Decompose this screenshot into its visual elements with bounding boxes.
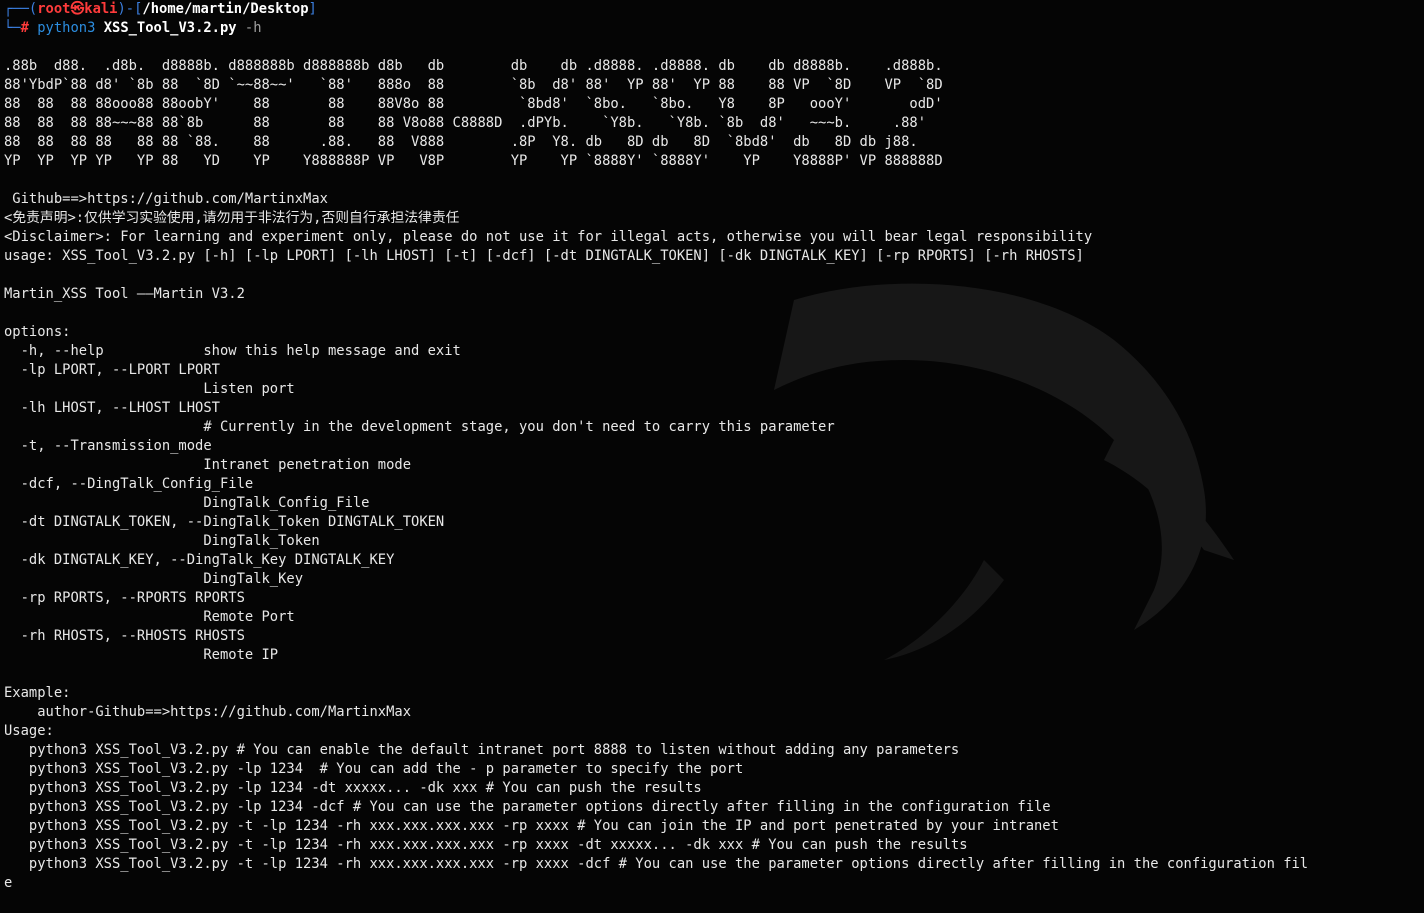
prompt-box-mid: )-[ xyxy=(117,1,143,17)
output-line: -lh LHOST, --LHOST LHOST xyxy=(4,400,220,416)
output-line: options: xyxy=(4,324,71,340)
command-flag: -h xyxy=(236,20,262,36)
output-line: Github==>https://github.com/MartinxMax xyxy=(4,191,328,207)
output-line: python3 XSS_Tool_V3.2.py -lp 1234 -dcf #… xyxy=(4,799,1051,815)
output-line: -lp LPORT, --LPORT LPORT xyxy=(4,362,220,378)
output-line: Example: xyxy=(4,685,71,701)
output-line: python3 XSS_Tool_V3.2.py -t -lp 1234 -rh… xyxy=(4,818,1059,834)
output-line: -dk DINGTALK_KEY, --DingTalk_Key DINGTAL… xyxy=(4,552,395,568)
command-output: Github==>https://github.com/MartinxMax <免… xyxy=(0,190,1424,893)
output-line: <Disclaimer>: For learning and experimen… xyxy=(4,229,1093,245)
prompt-line-2: └─# python3 XSS_Tool_V3.2.py -h xyxy=(0,19,1424,38)
banner-line: YP YP YP YP YP 88 YD YP Y888888P VP V8P … xyxy=(4,153,943,169)
prompt-box-top: ┌──( xyxy=(4,1,38,17)
prompt-hash: # xyxy=(20,20,38,36)
prompt-line-1: ┌──(root㉿kali)-[/home/martin/Desktop] xyxy=(0,0,1424,19)
output-line: python3 XSS_Tool_V3.2.py -t -lp 1234 -rh… xyxy=(4,837,968,853)
prompt-user-host: root㉿kali xyxy=(37,1,118,17)
terminal-window[interactable]: ┌──(root㉿kali)-[/home/martin/Desktop] └─… xyxy=(0,0,1424,913)
banner-line: 88 88 88 88~~~88 88`8b 88 88 88 V8o88 C8… xyxy=(4,115,927,131)
output-line: Remote IP xyxy=(4,647,279,663)
output-line: python3 XSS_Tool_V3.2.py # You can enabl… xyxy=(4,742,960,758)
output-line: Martin_XSS Tool ——Martin V3.2 xyxy=(4,286,245,302)
command-script: XSS_Tool_V3.2.py xyxy=(103,20,237,36)
output-line: <免责声明>:仅供学习实验使用,请勿用于非法行为,否则自行承担法律责任 xyxy=(4,210,460,226)
banner-line: .88b d88. .d8b. d8888b. d888888b d888888… xyxy=(4,58,943,74)
banner-line: 88 88 88 88ooo88 88oobY' 88 88 88V8o 88 … xyxy=(4,96,943,112)
output-line: -dt DINGTALK_TOKEN, --DingTalk_Token DIN… xyxy=(4,514,445,530)
ascii-banner: .88b d88. .d8b. d8888b. d888888b d888888… xyxy=(0,57,1424,171)
output-line: Usage: xyxy=(4,723,54,739)
output-line: -t, --Transmission_mode xyxy=(4,438,212,454)
output-line: usage: XSS_Tool_V3.2.py [-h] [-lp LPORT]… xyxy=(4,248,1084,264)
output-line: python3 XSS_Tool_V3.2.py -lp 1234 -dt xx… xyxy=(4,780,702,796)
output-line: python3 XSS_Tool_V3.2.py -lp 1234 # You … xyxy=(4,761,744,777)
output-line: DingTalk_Key xyxy=(4,571,304,587)
output-line: -rh RHOSTS, --RHOSTS RHOSTS xyxy=(4,628,245,644)
banner-line: 88'YbdP`88 d8' `8b 88 `8D `~~88~~' `88' … xyxy=(4,77,943,93)
output-line: Intranet penetration mode xyxy=(4,457,412,473)
output-line: -h, --help show this help message and ex… xyxy=(4,343,461,359)
output-line: e xyxy=(4,875,13,891)
output-line: author-Github==>https://github.com/Marti… xyxy=(4,704,412,720)
banner-line: 88 88 88 88 88 88 `88. 88 .88. 88 V888 .… xyxy=(4,134,918,150)
output-line: -dcf, --DingTalk_Config_File xyxy=(4,476,254,492)
output-line: python3 XSS_Tool_V3.2.py -t -lp 1234 -rh… xyxy=(4,856,1309,872)
output-line: Listen port xyxy=(4,381,295,397)
output-line: DingTalk_Config_File xyxy=(4,495,370,511)
prompt-cwd: /home/martin/Desktop xyxy=(142,1,309,17)
prompt-box-end: ] xyxy=(308,1,317,17)
command-name: python3 xyxy=(37,20,104,36)
output-line: -rp RPORTS, --RPORTS RPORTS xyxy=(4,590,245,606)
output-line: DingTalk_Token xyxy=(4,533,320,549)
output-line: # Currently in the development stage, yo… xyxy=(4,419,835,435)
output-line: Remote Port xyxy=(4,609,295,625)
prompt-box-bottom: └─ xyxy=(4,20,21,36)
